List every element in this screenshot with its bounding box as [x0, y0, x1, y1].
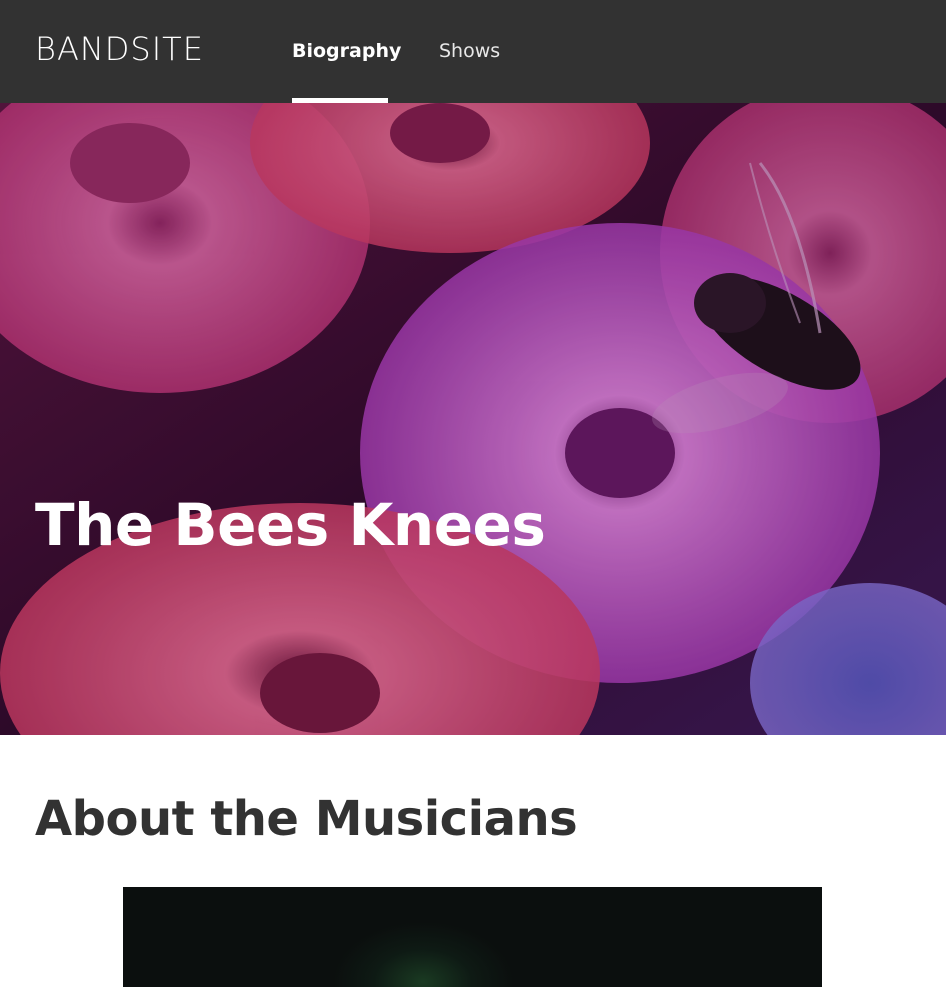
site-header: BANDSITE Biography Shows: [0, 0, 946, 103]
site-logo[interactable]: BANDSITE: [35, 30, 204, 68]
hero-title: The Bees Knees: [35, 491, 546, 559]
nav-link-biography[interactable]: Biography: [292, 40, 401, 62]
nav-link-shows[interactable]: Shows: [439, 40, 500, 62]
about-title: About the Musicians: [35, 791, 578, 847]
hero-banner: The Bees Knees: [0, 103, 946, 735]
musicians-photo: [123, 887, 822, 987]
about-section: About the Musicians: [0, 735, 946, 987]
hero-flower-image: [0, 103, 946, 735]
